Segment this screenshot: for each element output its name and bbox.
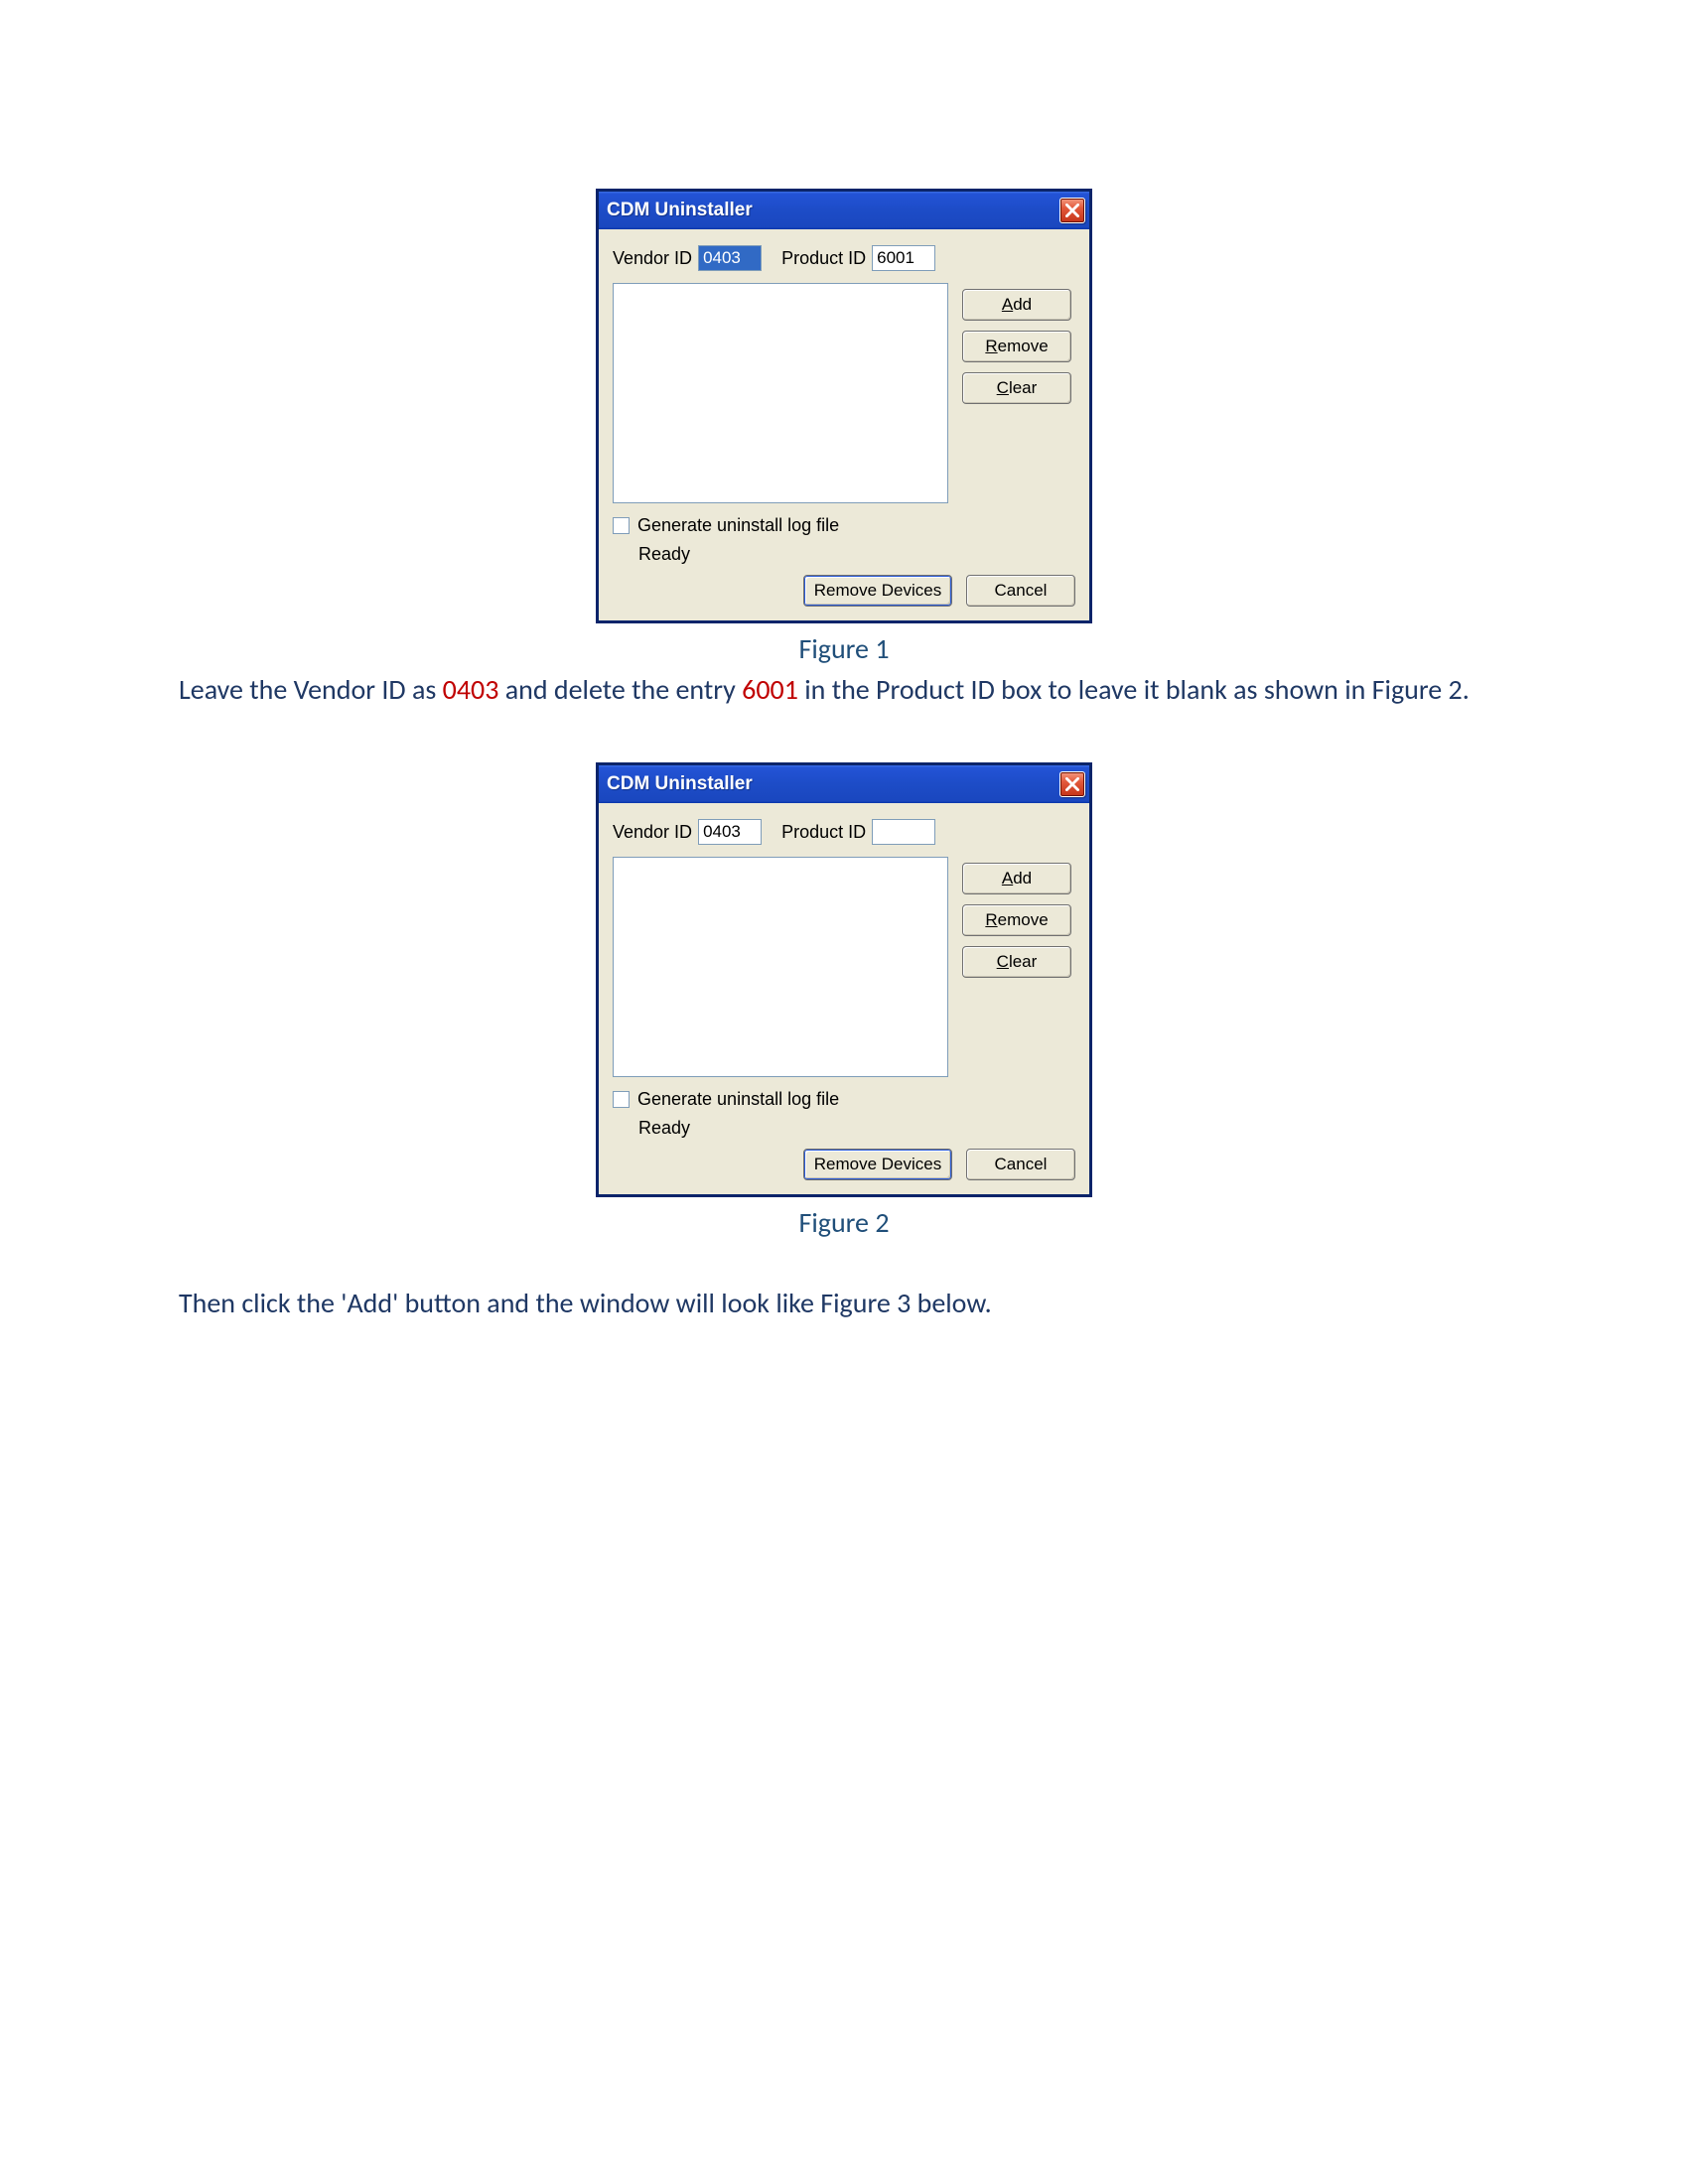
generate-log-checkbox[interactable] — [613, 517, 630, 534]
generate-log-checkbox[interactable] — [613, 1091, 630, 1108]
close-icon[interactable] — [1059, 771, 1085, 797]
cancel-button[interactable]: Cancel — [966, 1149, 1075, 1180]
remove-devices-button[interactable]: Remove Devices — [803, 1149, 952, 1180]
remove-button[interactable]: Remove — [962, 904, 1071, 936]
remove-devices-button[interactable]: Remove Devices — [803, 575, 952, 607]
figure-1-caption: Figure 1 — [179, 631, 1509, 666]
product-id-input[interactable] — [872, 819, 935, 845]
cdm-uninstaller-dialog-fig2: CDM Uninstaller Vendor ID Product ID Add… — [596, 762, 1092, 1197]
device-listbox[interactable] — [613, 857, 948, 1077]
instruction-paragraph-2: Then click the 'Add' button and the wind… — [179, 1286, 1509, 1320]
window-title: CDM Uninstaller — [607, 200, 753, 221]
instruction-paragraph-1: Leave the Vendor ID as 0403 and delete t… — [179, 672, 1509, 707]
window-title: CDM Uninstaller — [607, 773, 753, 795]
product-id-label: Product ID — [781, 822, 866, 843]
add-button[interactable]: Add — [962, 863, 1071, 894]
remove-button[interactable]: Remove — [962, 331, 1071, 362]
vendor-id-input[interactable] — [698, 245, 762, 271]
device-listbox[interactable] — [613, 283, 948, 503]
close-icon[interactable] — [1059, 198, 1085, 223]
cancel-button[interactable]: Cancel — [966, 575, 1075, 607]
generate-log-label: Generate uninstall log file — [637, 1089, 839, 1110]
generate-log-label: Generate uninstall log file — [637, 515, 839, 536]
add-button[interactable]: Add — [962, 289, 1071, 321]
product-id-input[interactable] — [872, 245, 935, 271]
product-id-label: Product ID — [781, 248, 866, 269]
vendor-id-label: Vendor ID — [613, 822, 692, 843]
vendor-id-label: Vendor ID — [613, 248, 692, 269]
status-text: Ready — [638, 1118, 1075, 1139]
titlebar: CDM Uninstaller — [599, 765, 1089, 803]
clear-button[interactable]: Clear — [962, 372, 1071, 404]
clear-button[interactable]: Clear — [962, 946, 1071, 978]
status-text: Ready — [638, 544, 1075, 565]
vendor-id-input[interactable] — [698, 819, 762, 845]
figure-2-caption: Figure 2 — [179, 1205, 1509, 1240]
titlebar: CDM Uninstaller — [599, 192, 1089, 229]
document-page: CDM Uninstaller Vendor ID Product ID Add… — [0, 0, 1688, 2184]
cdm-uninstaller-dialog-fig1: CDM Uninstaller Vendor ID Product ID Add… — [596, 189, 1092, 623]
